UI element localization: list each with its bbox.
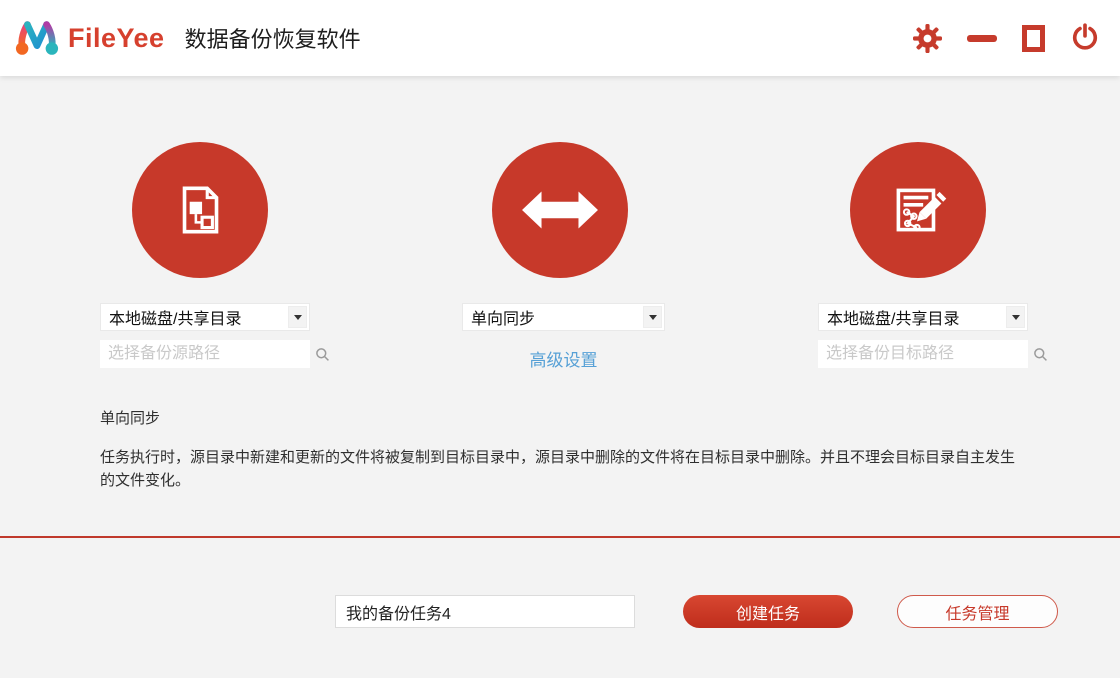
source-path-input[interactable] xyxy=(100,340,315,368)
source-path-box xyxy=(100,340,329,368)
target-type-value: 本地磁盘/共享目录 xyxy=(827,311,960,328)
chevron-down-icon[interactable] xyxy=(643,306,662,328)
task-manage-button[interactable]: 任务管理 xyxy=(897,595,1058,628)
chevron-down-icon[interactable] xyxy=(288,306,307,328)
target-path-box xyxy=(818,340,1047,368)
target-path-input[interactable] xyxy=(818,340,1033,368)
double-arrow-icon xyxy=(522,191,598,229)
sync-mode-value: 单向同步 xyxy=(471,311,536,328)
search-icon[interactable] xyxy=(1033,347,1048,362)
title-bar: FileYee 数据备份恢复软件 xyxy=(0,0,1120,76)
source-circle xyxy=(132,142,268,278)
edit-document-icon xyxy=(896,188,947,232)
minimize-icon[interactable] xyxy=(967,34,997,42)
create-task-button[interactable]: 创建任务 xyxy=(683,595,853,628)
brand-name: FileYee xyxy=(68,22,165,53)
window-controls xyxy=(913,0,1100,76)
power-close-icon[interactable] xyxy=(1070,23,1100,53)
document-blocks-icon xyxy=(182,186,219,234)
sync-mode-description-body: 任务执行时，源目录中新建和更新的文件将被复制到目标目录中，源目录中删除的文件将在… xyxy=(100,449,1016,489)
target-type-select[interactable]: 本地磁盘/共享目录 xyxy=(818,303,1028,331)
settings-gear-icon[interactable] xyxy=(913,23,942,53)
source-type-value: 本地磁盘/共享目录 xyxy=(109,311,242,328)
source-type-select[interactable]: 本地磁盘/共享目录 xyxy=(100,303,310,331)
fileyee-logo-icon xyxy=(15,21,59,55)
maximize-icon[interactable] xyxy=(1022,24,1045,52)
search-icon[interactable] xyxy=(315,347,330,362)
sync-mode-circle xyxy=(492,142,628,278)
advanced-settings-link[interactable]: 高级设置 xyxy=(462,346,665,371)
fileyee-main-window: FileYee 数据备份恢复软件 本地磁盘/共享目录 选择备份源路径 单向同步 … xyxy=(0,0,1120,678)
task-name-input[interactable] xyxy=(335,595,635,628)
chevron-down-icon[interactable] xyxy=(1006,306,1025,328)
app-title: 数据备份恢复软件 xyxy=(184,27,361,52)
target-circle xyxy=(850,142,986,278)
red-divider xyxy=(0,536,1120,538)
sync-mode-description-title: 单向同步 xyxy=(100,410,161,427)
sync-mode-select[interactable]: 单向同步 xyxy=(462,303,665,331)
